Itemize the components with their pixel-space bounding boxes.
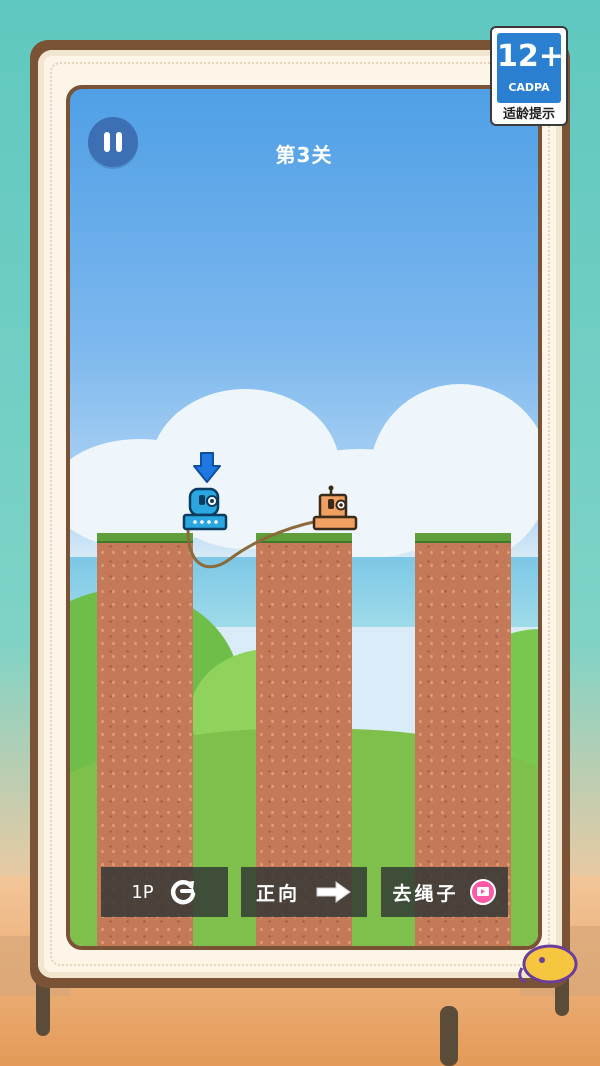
- age-rating-badge: 12+ CADPA 适龄提示: [490, 26, 568, 126]
- direction-button[interactable]: 正向: [241, 867, 367, 917]
- player-robot[interactable]: [182, 487, 228, 533]
- grass-top: [97, 533, 193, 543]
- cactus: [440, 1006, 458, 1066]
- direction-label: 正向: [255, 882, 300, 905]
- game-screen[interactable]: 第3关 1P 正向 去绳子: [66, 85, 542, 950]
- restart-icon: [170, 880, 195, 905]
- partner-robot[interactable]: [312, 485, 358, 533]
- mascot-decoration: [518, 944, 578, 984]
- grass-top: [256, 533, 352, 543]
- remove-rope-label: 去绳子: [392, 882, 459, 905]
- restart-button[interactable]: 1P: [101, 867, 228, 917]
- age-rating-panel: 12+ CADPA: [497, 33, 564, 103]
- level-title: 第3关: [275, 143, 333, 167]
- arrow-down-icon: [193, 452, 221, 483]
- moves-count: 1P: [131, 881, 154, 903]
- age-tip: 适龄提示: [502, 107, 555, 122]
- video-ad-icon: [469, 879, 496, 905]
- remove-rope-button[interactable]: 去绳子: [381, 867, 508, 917]
- age-rating: 12+: [497, 39, 564, 74]
- arrow-right-icon: [316, 881, 351, 903]
- rating-org: CADPA: [508, 81, 550, 94]
- grass-top: [415, 533, 511, 543]
